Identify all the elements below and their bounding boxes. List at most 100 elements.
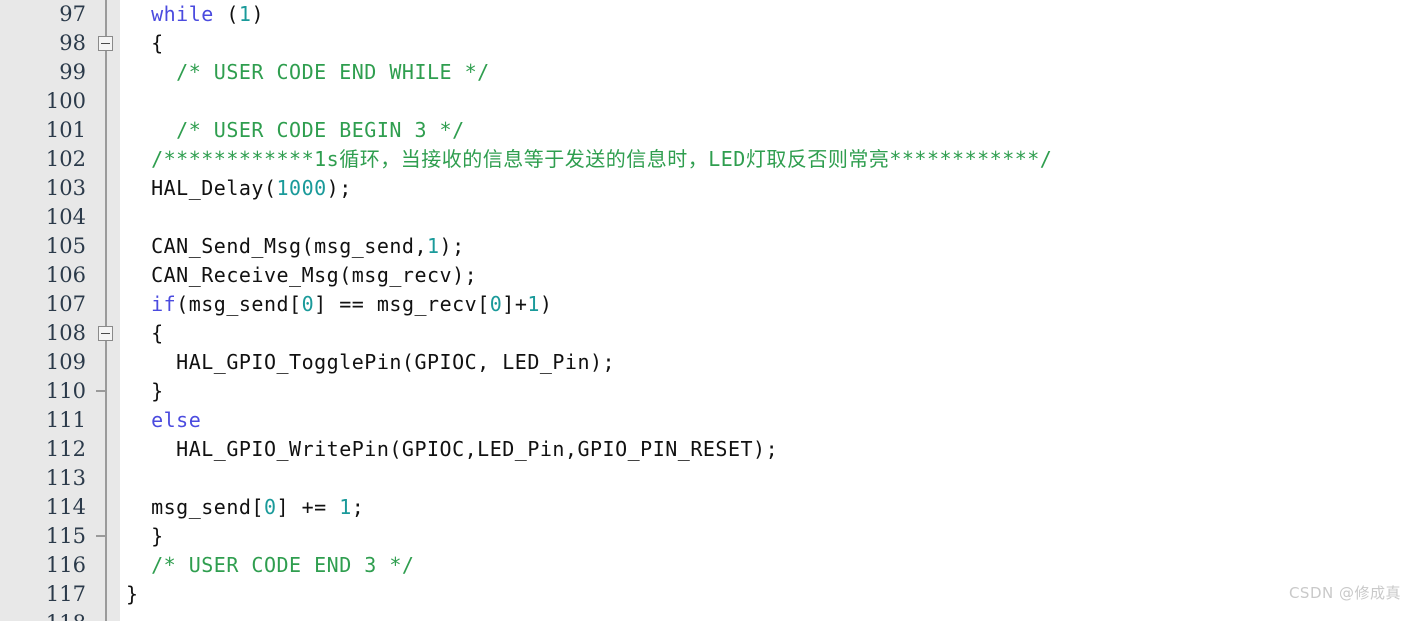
code-line[interactable]: 113: [0, 464, 1415, 493]
code-text[interactable]: }: [120, 522, 1415, 551]
fold-gutter-branch: [92, 522, 120, 551]
code-token-pln: [126, 292, 151, 316]
fold-guide-line: [105, 551, 107, 580]
code-token-pln: }: [126, 524, 164, 548]
line-number: 100: [0, 87, 92, 116]
code-text[interactable]: HAL_GPIO_WritePin(GPIOC,LED_Pin,GPIO_PIN…: [120, 435, 1415, 464]
code-token-pln: }: [126, 582, 139, 606]
fold-gutter: [92, 261, 120, 290]
fold-gutter: [92, 203, 120, 232]
code-text[interactable]: msg_send[0] += 1;: [120, 493, 1415, 522]
code-line[interactable]: 98 {: [0, 29, 1415, 58]
code-lines-container[interactable]: 97 while (1) 98 {99 /* USER CODE END WHIL…: [0, 0, 1415, 621]
fold-guide-line: [105, 0, 107, 29]
fold-guide-line: [105, 406, 107, 435]
code-line[interactable]: 114 msg_send[0] += 1;: [0, 493, 1415, 522]
fold-gutter: [92, 174, 120, 203]
code-token-pln: }: [126, 379, 164, 403]
fold-collapse-icon[interactable]: [98, 326, 113, 341]
code-line[interactable]: 118: [0, 609, 1415, 621]
code-text[interactable]: {: [120, 319, 1415, 348]
code-line[interactable]: 108 {: [0, 319, 1415, 348]
fold-guide-line: [105, 580, 107, 609]
fold-branch-marker: [96, 390, 106, 392]
fold-gutter: [92, 232, 120, 261]
code-line[interactable]: 101 /* USER CODE BEGIN 3 */: [0, 116, 1415, 145]
code-text[interactable]: else: [120, 406, 1415, 435]
code-text[interactable]: /* USER CODE END WHILE */: [120, 58, 1415, 87]
code-token-pln: HAL_GPIO_WritePin(GPIOC,LED_Pin,GPIO_PIN…: [126, 437, 779, 461]
code-token-pln: );: [439, 234, 465, 258]
code-text[interactable]: CAN_Send_Msg(msg_send,1);: [120, 232, 1415, 261]
fold-gutter: [92, 493, 120, 522]
line-number: 118: [0, 609, 92, 621]
code-token-kw: while: [151, 2, 214, 26]
code-line[interactable]: 99 /* USER CODE END WHILE */: [0, 58, 1415, 87]
code-text[interactable]: {: [120, 29, 1415, 58]
code-text[interactable]: if(msg_send[0] == msg_recv[0]+1): [120, 290, 1415, 319]
code-text[interactable]: [120, 87, 1415, 116]
fold-gutter: [92, 348, 120, 377]
code-token-pln: CAN_Send_Msg(msg_send,: [126, 234, 427, 258]
code-token-pln: ] +=: [276, 495, 340, 519]
fold-gutter: [92, 0, 120, 29]
line-number: 106: [0, 261, 92, 290]
code-token-pln: {: [126, 321, 164, 345]
code-token-pln: );: [326, 176, 352, 200]
fold-guide-line: [105, 203, 107, 232]
fold-guide-line: [105, 174, 107, 203]
line-number: 99: [0, 58, 92, 87]
code-line[interactable]: 116 /* USER CODE END 3 */: [0, 551, 1415, 580]
code-line[interactable]: 105 CAN_Send_Msg(msg_send,1);: [0, 232, 1415, 261]
code-token-num: 1: [426, 234, 440, 258]
code-text[interactable]: HAL_Delay(1000);: [120, 174, 1415, 203]
code-line[interactable]: 97 while (1): [0, 0, 1415, 29]
fold-gutter-collapsible[interactable]: [92, 319, 120, 348]
code-line[interactable]: 103 HAL_Delay(1000);: [0, 174, 1415, 203]
code-editor[interactable]: 97 while (1) 98 {99 /* USER CODE END WHIL…: [0, 0, 1415, 621]
code-line[interactable]: 117}: [0, 580, 1415, 609]
line-number: 113: [0, 464, 92, 493]
code-text[interactable]: /* USER CODE BEGIN 3 */: [120, 116, 1415, 145]
code-text[interactable]: HAL_GPIO_TogglePin(GPIOC, LED_Pin);: [120, 348, 1415, 377]
fold-gutter: [92, 290, 120, 319]
code-line[interactable]: 104: [0, 203, 1415, 232]
code-line[interactable]: 107 if(msg_send[0] == msg_recv[0]+1): [0, 290, 1415, 319]
code-token-cmt: /* USER CODE BEGIN 3 */: [126, 118, 465, 142]
fold-gutter: [92, 116, 120, 145]
code-text[interactable]: [120, 609, 1415, 621]
code-line[interactable]: 100: [0, 87, 1415, 116]
code-text[interactable]: CAN_Receive_Msg(msg_recv);: [120, 261, 1415, 290]
code-line[interactable]: 102 /************1s循环，当接收的信息等于发送的信息时，LED…: [0, 145, 1415, 174]
code-text[interactable]: }: [120, 580, 1415, 609]
line-number: 114: [0, 493, 92, 522]
csdn-watermark: CSDN @修成真: [1288, 584, 1401, 602]
code-line[interactable]: 111 else: [0, 406, 1415, 435]
code-line[interactable]: 112 HAL_GPIO_WritePin(GPIOC,LED_Pin,GPIO…: [0, 435, 1415, 464]
fold-guide-line: [105, 261, 107, 290]
code-text[interactable]: while (1): [120, 0, 1415, 29]
code-token-pln: ] == msg_recv[: [314, 292, 490, 316]
fold-gutter-collapsible[interactable]: [92, 29, 120, 58]
fold-gutter: [92, 435, 120, 464]
code-line[interactable]: 110 }: [0, 377, 1415, 406]
code-text[interactable]: /************1s循环，当接收的信息等于发送的信息时，LED灯取反否…: [120, 145, 1415, 174]
fold-guide-line: [105, 58, 107, 87]
line-number: 104: [0, 203, 92, 232]
code-text[interactable]: /* USER CODE END 3 */: [120, 551, 1415, 580]
line-number: 101: [0, 116, 92, 145]
code-text[interactable]: }: [120, 377, 1415, 406]
code-line[interactable]: 115 }: [0, 522, 1415, 551]
code-token-num: 0: [489, 292, 503, 316]
line-number: 116: [0, 551, 92, 580]
fold-guide-line: [105, 116, 107, 145]
code-token-num: 1: [527, 292, 540, 316]
code-token-pln: CAN_Receive_Msg(msg_recv);: [126, 263, 478, 287]
code-text[interactable]: [120, 464, 1415, 493]
code-text[interactable]: [120, 203, 1415, 232]
code-token-pln: [126, 408, 151, 432]
code-token-pln: HAL_Delay(: [126, 176, 277, 200]
code-line[interactable]: 109 HAL_GPIO_TogglePin(GPIOC, LED_Pin);: [0, 348, 1415, 377]
code-line[interactable]: 106 CAN_Receive_Msg(msg_recv);: [0, 261, 1415, 290]
fold-collapse-icon[interactable]: [98, 36, 113, 51]
